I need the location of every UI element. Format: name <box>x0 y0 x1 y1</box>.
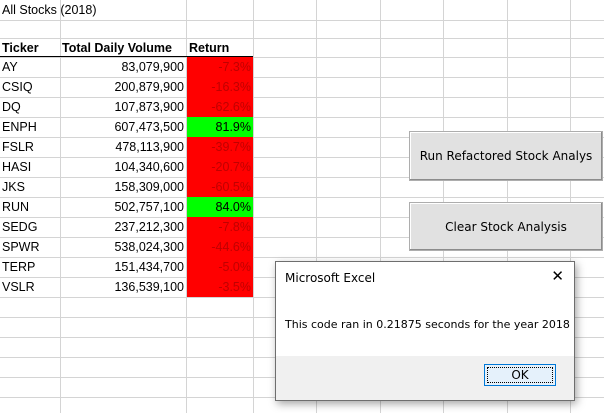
return-cell[interactable]: -62.6% <box>187 97 253 117</box>
volume-cell[interactable]: 607,473,500 <box>60 117 186 137</box>
ticker-cell[interactable]: RUN <box>2 197 60 217</box>
volume-cell[interactable]: 237,212,300 <box>60 217 186 237</box>
volume-cell[interactable]: 107,873,900 <box>60 97 186 117</box>
volume-cell[interactable]: 200,879,900 <box>60 77 186 97</box>
sheet-title[interactable]: All Stocks (2018) <box>2 0 96 20</box>
ticker-cell[interactable]: SPWR <box>2 237 60 257</box>
volume-cell[interactable]: 502,757,100 <box>60 197 186 217</box>
ticker-cell[interactable]: FSLR <box>2 137 60 157</box>
return-cell[interactable]: 81.9% <box>187 117 253 137</box>
volume-cell[interactable]: 478,113,900 <box>60 137 186 157</box>
clear-stock-analysis-button[interactable]: Clear Stock Analysis <box>409 202 603 251</box>
dialog-footer: OK <box>276 356 574 400</box>
volume-cell[interactable]: 151,434,700 <box>60 257 186 277</box>
ticker-cell[interactable]: SEDG <box>2 217 60 237</box>
return-cell[interactable]: -44.6% <box>187 237 253 257</box>
gridline <box>253 0 254 413</box>
return-cell[interactable]: -7.3% <box>187 57 253 77</box>
header-volume[interactable]: Total Daily Volume <box>62 38 186 58</box>
ok-button[interactable]: OK <box>484 364 556 386</box>
header-return[interactable]: Return <box>189 38 253 58</box>
return-cell[interactable]: -7.8% <box>187 217 253 237</box>
dialog-title: Microsoft Excel <box>285 271 376 285</box>
ticker-cell[interactable]: ENPH <box>2 117 60 137</box>
run-refactored-stock-analysis-button[interactable]: Run Refactored Stock Analys <box>409 131 603 181</box>
ticker-cell[interactable]: AY <box>2 57 60 77</box>
header-ticker[interactable]: Ticker <box>2 38 60 58</box>
dialog-body: This code ran in 0.21875 seconds for the… <box>276 304 574 356</box>
return-cell[interactable]: -60.5% <box>187 177 253 197</box>
return-cell[interactable]: -5.0% <box>187 257 253 277</box>
dialog-message: This code ran in 0.21875 seconds for the… <box>285 318 570 331</box>
volume-cell[interactable]: 538,024,300 <box>60 237 186 257</box>
ticker-cell[interactable]: JKS <box>2 177 60 197</box>
close-icon[interactable]: ✕ <box>551 267 564 285</box>
return-cell[interactable]: -20.7% <box>187 157 253 177</box>
return-cell[interactable]: -16.3% <box>187 77 253 97</box>
return-cell[interactable]: -3.5% <box>187 277 253 297</box>
gridline <box>0 20 604 21</box>
volume-cell[interactable]: 104,340,600 <box>60 157 186 177</box>
message-dialog: Microsoft Excel ✕ This code ran in 0.218… <box>275 261 575 401</box>
volume-cell[interactable]: 83,079,900 <box>60 57 186 77</box>
return-cell[interactable]: -39.7% <box>187 137 253 157</box>
volume-cell[interactable]: 158,309,000 <box>60 177 186 197</box>
ticker-cell[interactable]: VSLR <box>2 277 60 297</box>
ticker-cell[interactable]: HASI <box>2 157 60 177</box>
return-cell[interactable]: 84.0% <box>187 197 253 217</box>
volume-cell[interactable]: 136,539,100 <box>60 277 186 297</box>
ticker-cell[interactable]: CSIQ <box>2 77 60 97</box>
ticker-cell[interactable]: TERP <box>2 257 60 277</box>
ticker-cell[interactable]: DQ <box>2 97 60 117</box>
